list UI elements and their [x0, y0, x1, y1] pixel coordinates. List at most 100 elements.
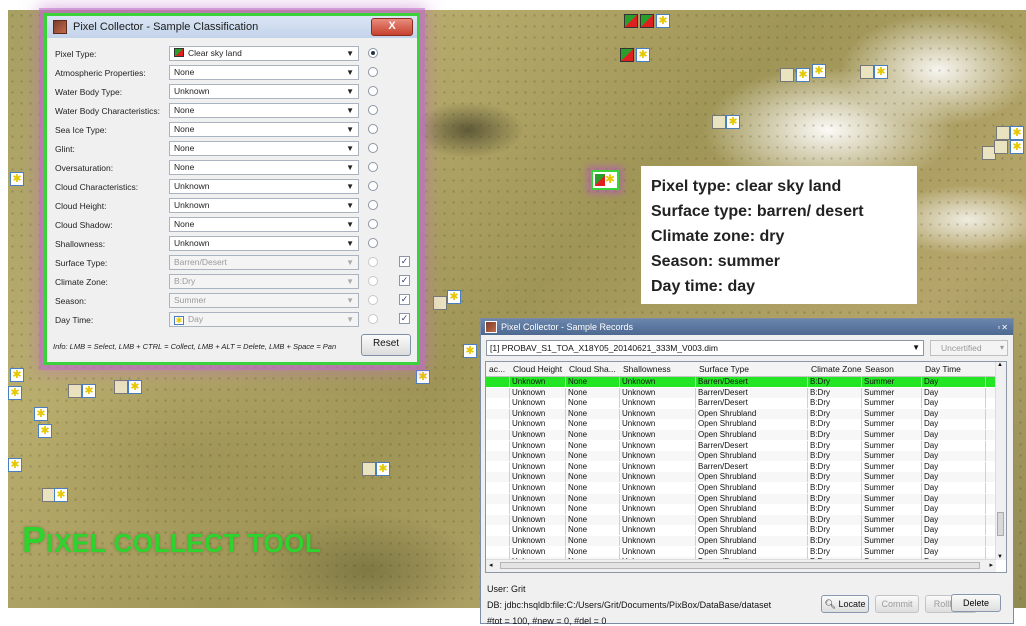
certification-select[interactable]: Uncertified ▾	[930, 340, 1008, 356]
field-dropdown[interactable]: None ▼	[169, 65, 359, 80]
delete-button[interactable]: Delete	[951, 594, 1001, 612]
table-row[interactable]: UnknownNoneUnknownBarren/DesertB:DrySumm…	[486, 440, 996, 451]
scroll-left-icon[interactable]: ◂	[489, 561, 493, 569]
field-dropdown[interactable]: Unknown ▼	[169, 179, 359, 194]
field-dropdown[interactable]: Barren/Desert ▼	[169, 255, 359, 270]
sample-marker[interactable]: ✱	[812, 64, 826, 78]
table-row[interactable]: UnknownNoneUnknownBarren/DesertB:DrySumm…	[486, 461, 996, 472]
table-row[interactable]: Unknown None Unknown Open Shrubland B:Dry Sum…	[486, 536, 996, 546]
field-dropdown[interactable]: Unknown ▼	[169, 236, 359, 251]
field-dropdown[interactable]: ✱ Day ▼	[169, 312, 359, 327]
column-header[interactable]: ac...	[489, 364, 505, 374]
sample-marker[interactable]: ✱	[726, 115, 740, 129]
column-header[interactable]: Surface Type	[699, 364, 749, 374]
sample-marker[interactable]: ✱	[656, 14, 670, 28]
column-header[interactable]: Shallowness	[623, 364, 671, 374]
column-header[interactable]: Cloud Sha...	[569, 364, 616, 374]
table-row[interactable]: Unknown None Unknown Open Shrubland B:Dry Sum…	[486, 514, 996, 525]
table-row[interactable]: Unknown None Unknown Open Shrubland B:Dry Sum…	[486, 546, 996, 557]
sample-marker[interactable]	[624, 14, 638, 28]
sample-marker[interactable]	[780, 68, 794, 82]
horizontal-scrollbar[interactable]: ◂ ▸	[486, 559, 996, 572]
table-row[interactable]: UnknownNoneUnknownBarren/DesertB:DrySumm…	[486, 387, 996, 398]
table-row[interactable]: Unknown None Unknown Open Shrubland B:Dry Sum…	[486, 430, 996, 440]
sample-marker[interactable]	[860, 65, 874, 79]
scroll-right-icon[interactable]: ▸	[989, 561, 993, 569]
sample-marker[interactable]: ✱	[10, 368, 24, 382]
records-title-bar[interactable]: Pixel Collector - Sample Records ▫✕	[481, 319, 1013, 335]
scroll-thumb[interactable]	[997, 512, 1004, 536]
sample-marker[interactable]	[620, 48, 634, 62]
sample-marker[interactable]: ✱	[416, 370, 430, 384]
lock-checkbox[interactable]: ✓	[399, 313, 410, 324]
active-radio[interactable]	[368, 67, 378, 77]
active-radio[interactable]	[368, 295, 378, 305]
sample-marker[interactable]: ✱	[796, 68, 810, 82]
field-dropdown[interactable]: B:Dry ▼	[169, 274, 359, 289]
sample-marker[interactable]	[996, 126, 1010, 140]
sample-marker[interactable]: ✱	[128, 380, 142, 394]
sample-marker[interactable]: ✱	[82, 384, 96, 398]
sample-marker[interactable]: ✱	[38, 424, 52, 438]
table-row[interactable]: Unknown None Unknown Open Shrubland B:Dry Sum…	[486, 493, 996, 504]
field-dropdown[interactable]: None ▼	[169, 141, 359, 156]
sample-marker[interactable]: ✱	[10, 172, 24, 186]
field-dropdown[interactable]: Summer ▼	[169, 293, 359, 308]
field-dropdown[interactable]: None ▼	[169, 103, 359, 118]
sample-marker[interactable]: ✱	[34, 407, 48, 421]
table-row[interactable]: UnknownNoneUnknownBarren/DesertB:DrySumm…	[486, 377, 996, 387]
field-dropdown[interactable]: None ▼	[169, 122, 359, 137]
sample-marker[interactable]	[114, 380, 128, 394]
column-header[interactable]: Season	[865, 364, 894, 374]
sample-marker[interactable]	[433, 296, 447, 310]
active-radio[interactable]	[368, 200, 378, 210]
close-button[interactable]: X	[371, 18, 413, 36]
sample-marker[interactable]	[712, 115, 726, 129]
reset-button[interactable]: Reset	[361, 334, 411, 356]
classification-title-bar[interactable]: Pixel Collector - Sample Classification …	[47, 16, 417, 38]
table-row[interactable]: Unknown None Unknown Open Shrubland B:Dry Sum…	[486, 483, 996, 493]
active-radio[interactable]	[368, 86, 378, 96]
sample-marker[interactable]: ✱	[8, 386, 22, 400]
sample-marker[interactable]: ✱	[54, 488, 68, 502]
commit-button[interactable]: Commit	[875, 595, 919, 613]
field-dropdown[interactable]: None ▼	[169, 160, 359, 175]
active-radio[interactable]	[368, 276, 378, 286]
sample-marker[interactable]	[640, 14, 654, 28]
sample-marker[interactable]: ✱	[1010, 140, 1024, 154]
table-row[interactable]: Unknown None Unknown Open Shrubland B:Dry Sum…	[486, 451, 996, 462]
active-radio[interactable]	[368, 181, 378, 191]
selected-pixel-marker[interactable]	[591, 170, 619, 190]
field-dropdown[interactable]: Unknown ▼	[169, 198, 359, 213]
column-header[interactable]: Cloud Height	[513, 364, 562, 374]
lock-checkbox[interactable]: ✓	[399, 294, 410, 305]
active-radio[interactable]	[368, 124, 378, 134]
sample-marker[interactable]: ✱	[636, 48, 650, 62]
locate-button[interactable]: 🔍︎ Locate	[821, 595, 869, 613]
sample-marker[interactable]: ✱	[8, 458, 22, 472]
active-radio[interactable]	[368, 257, 378, 267]
active-radio[interactable]	[368, 219, 378, 229]
sample-marker[interactable]	[68, 384, 82, 398]
field-dropdown[interactable]: Unknown ▼	[169, 84, 359, 99]
scroll-thumb[interactable]	[500, 562, 980, 569]
active-radio[interactable]	[368, 48, 378, 58]
column-header[interactable]: Day Time	[925, 364, 961, 374]
records-table[interactable]: ac... Cloud Height Cloud Sha... Shallowness…	[485, 361, 1007, 573]
active-radio[interactable]	[368, 314, 378, 324]
sample-marker[interactable]: ✱	[463, 344, 477, 358]
sample-marker[interactable]: ✱	[447, 290, 461, 304]
scroll-up-icon[interactable]: ▲	[997, 362, 1003, 368]
field-dropdown[interactable]: Clear sky land ▼	[169, 46, 359, 61]
active-radio[interactable]	[368, 238, 378, 248]
sample-marker[interactable]	[994, 140, 1008, 154]
sample-marker[interactable]	[362, 462, 376, 476]
table-row[interactable]: Unknown None Unknown Open Shrubland B:Dry Sum…	[486, 419, 996, 430]
vertical-scrollbar[interactable]: ▲ ▼	[995, 362, 1006, 560]
lock-checkbox[interactable]: ✓	[399, 275, 410, 286]
active-radio[interactable]	[368, 105, 378, 115]
sample-marker[interactable]: ✱	[874, 65, 888, 79]
table-row[interactable]: Unknown None Unknown Open Shrubland B:Dry Sum…	[486, 525, 996, 536]
table-row[interactable]: Unknown None Unknown Open Shrubland B:Dry Sum…	[486, 408, 996, 419]
field-dropdown[interactable]: None ▼	[169, 217, 359, 232]
